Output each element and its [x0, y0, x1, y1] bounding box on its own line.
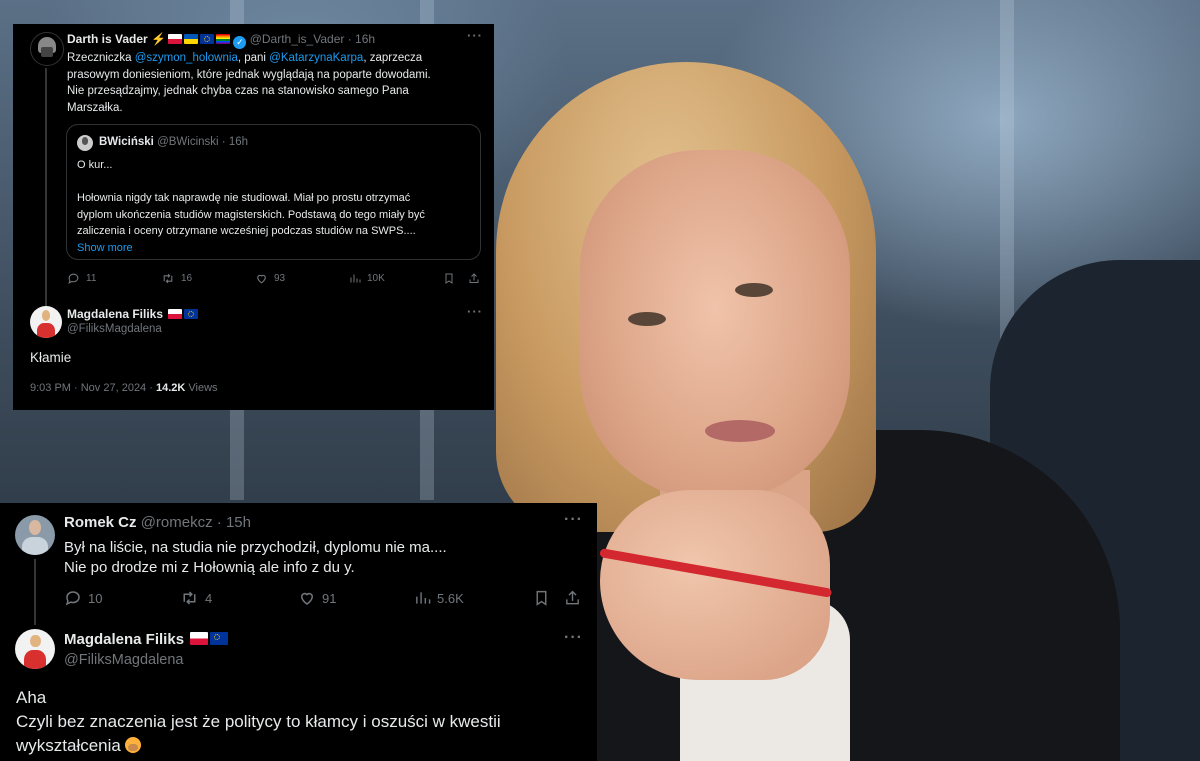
magdalena-avatar[interactable]: [15, 629, 55, 669]
like-count: 93: [274, 273, 286, 284]
share-button[interactable]: [564, 589, 581, 607]
reply-text: Kłamie: [30, 350, 72, 365]
mention-link[interactable]: @szymon_holownia: [135, 52, 238, 64]
tweet-date[interactable]: 9:03 PM · Nov 27, 2024 ·: [30, 382, 156, 394]
reply-icon: [68, 273, 79, 284]
bookmark-button[interactable]: [533, 589, 550, 607]
reply-author-name[interactable]: Magdalena Filiks: [67, 307, 163, 321]
reply-author-name-row: Magdalena Filiks: [64, 631, 229, 648]
share-button[interactable]: [468, 272, 480, 285]
author-name[interactable]: Darth is Vader: [67, 32, 148, 46]
rainbow-flag-icon: [216, 34, 230, 44]
woman-eye: [735, 283, 773, 297]
tweet-timestamp: 9:03 PM · Nov 27, 2024 · 14.2K Views: [30, 382, 218, 394]
more-options-icon[interactable]: ···: [467, 28, 483, 43]
quote-author-handle: @BWicinski: [157, 136, 219, 148]
heart-icon: [300, 592, 314, 605]
eu-flag-icon: [210, 632, 229, 645]
quote-text: O kur... Hołownia nigdy tak naprawdę nie…: [77, 157, 425, 256]
repost-icon: [163, 273, 173, 284]
bookmark-icon: [445, 273, 453, 284]
quote-header: BWiciński @BWicinski · 16h: [99, 136, 248, 148]
ukraine-flag-icon: [184, 34, 198, 44]
romek-avatar[interactable]: [15, 515, 55, 555]
share-icon: [566, 590, 579, 605]
reply-count: 11: [86, 273, 97, 284]
more-options-icon[interactable]: ···: [564, 511, 583, 529]
tweet-card-top: Darth is Vader ⚡ ✓ @Darth_is_Vader · 16h…: [13, 24, 494, 410]
repost-icon: [183, 591, 196, 605]
magdalena-avatar[interactable]: [30, 306, 62, 338]
author-handle[interactable]: @romekcz: [141, 514, 213, 531]
reply-author-name-row: Magdalena Filiks: [67, 307, 199, 321]
repost-count: 16: [181, 273, 193, 284]
woman-face: [580, 150, 850, 500]
eu-flag-icon: [184, 309, 199, 319]
views-button[interactable]: 10K: [349, 272, 385, 285]
reply-text: Aha Czyli bez znaczenia jest że politycy…: [16, 688, 501, 755]
more-options-icon[interactable]: ···: [564, 629, 583, 647]
darth-vader-avatar[interactable]: [30, 32, 64, 66]
bookmark-icon: [536, 590, 547, 606]
reply-author-handle[interactable]: @FiliksMagdalena: [64, 652, 184, 668]
tweet-time[interactable]: 16h: [355, 32, 375, 46]
heart-icon: [257, 274, 266, 284]
poland-flag-icon: [168, 309, 183, 319]
tweet-header: Romek Cz @romekcz · 15h: [64, 514, 251, 531]
tweet-card-bottom: Romek Cz @romekcz · 15h ··· Był na liści…: [0, 503, 597, 761]
poland-flag-icon: [190, 632, 209, 645]
repost-button[interactable]: 16: [161, 272, 192, 285]
author-name[interactable]: Romek Cz: [64, 514, 137, 531]
views-icon: [350, 274, 361, 283]
reply-button[interactable]: 10: [64, 589, 102, 607]
verified-badge-icon: ✓: [233, 36, 247, 49]
reply-button[interactable]: 11: [67, 272, 96, 285]
show-more-link[interactable]: Show more: [77, 240, 425, 257]
bookmark-button[interactable]: [443, 272, 455, 285]
quoted-tweet[interactable]: BWiciński @BWicinski · 16h O kur... Hoło…: [66, 124, 481, 260]
poland-flag-icon: [168, 34, 182, 44]
reply-count: 10: [88, 590, 103, 606]
repost-count: 4: [205, 590, 213, 606]
author-handle[interactable]: @Darth_is_Vader: [250, 32, 345, 46]
reply-author-name[interactable]: Magdalena Filiks: [64, 631, 184, 648]
mention-link[interactable]: @KatarzynaKarpa: [269, 52, 363, 64]
quote-author-avatar: [77, 135, 93, 151]
more-options-icon[interactable]: ···: [467, 304, 483, 319]
repost-button[interactable]: 4: [180, 589, 212, 607]
views-count: 5.6K: [437, 590, 464, 606]
reply-icon: [65, 591, 80, 606]
woman-lips: [705, 420, 775, 442]
tweet-header: Darth is Vader ⚡ ✓ @Darth_is_Vader · 16h: [67, 32, 376, 49]
tweet-time[interactable]: 15h: [226, 514, 251, 531]
share-icon: [469, 273, 479, 283]
like-count: 91: [322, 590, 337, 606]
like-button[interactable]: 91: [298, 589, 336, 607]
eu-flag-icon: [200, 34, 214, 44]
like-button[interactable]: 93: [255, 272, 285, 285]
views-icon: [416, 592, 431, 604]
see-no-evil-emoji-icon: [124, 737, 141, 753]
tweet-views-label: Views: [185, 382, 218, 394]
views-button[interactable]: 5.6K: [414, 589, 464, 607]
thread-line: [45, 68, 47, 314]
quote-author-name: BWiciński: [99, 136, 154, 148]
tweet-text: Rzeczniczka @szymon_holownia, pani @Kata…: [67, 52, 431, 114]
quote-time: 16h: [228, 136, 248, 148]
tweet-text: Był na liście, na studia nie przychodził…: [64, 539, 447, 576]
lightning-icon: ⚡: [151, 32, 166, 46]
woman-eye: [628, 312, 666, 326]
thread-line: [34, 559, 36, 625]
tweet-views-count: 14.2K: [155, 382, 186, 394]
views-count: 10K: [367, 273, 385, 284]
reply-author-handle[interactable]: @FiliksMagdalena: [67, 323, 162, 335]
